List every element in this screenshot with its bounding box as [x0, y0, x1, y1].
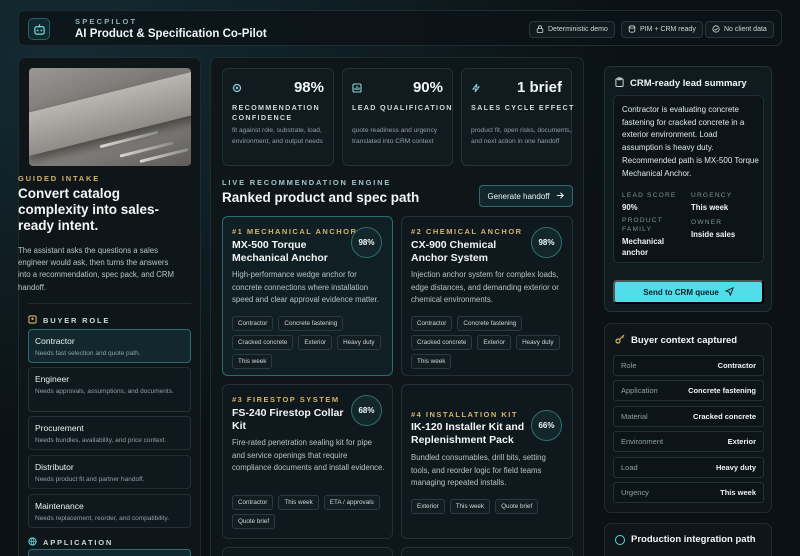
- crm-summary-text: Contractor is evaluating concrete fasten…: [622, 105, 759, 178]
- tag: Contractor: [411, 316, 453, 331]
- production-title: Production integration path: [631, 534, 756, 545]
- role-item-distributor[interactable]: Distributor Needs product fit and partne…: [28, 455, 191, 489]
- role-item-procurement[interactable]: Procurement Needs bundles, availability,…: [28, 416, 191, 450]
- score-badge: 66%: [531, 410, 562, 441]
- clipboard-icon: [615, 77, 624, 90]
- brand-kicker: SPECPILOT: [75, 17, 138, 26]
- buyer-role-label: BUYER ROLE: [28, 315, 110, 326]
- intake-title: Convert catalog complexity into sales-re…: [18, 186, 160, 233]
- tag: Contractor: [232, 316, 274, 331]
- circle-icon: [615, 534, 625, 545]
- tag: ETA / approvals: [323, 495, 380, 510]
- lightning-icon: [471, 83, 481, 93]
- score-badge: 98%: [351, 227, 382, 258]
- context-row-material: Material Cracked concrete: [613, 406, 764, 427]
- context-row-environment: Environment Exterior: [613, 431, 764, 452]
- tag: Exterior: [411, 499, 445, 514]
- context-row-urgency: Urgency This week: [613, 482, 764, 503]
- role-item-maintenance[interactable]: Maintenance Needs replacement, reorder, …: [28, 494, 191, 528]
- tag: This week: [411, 354, 452, 369]
- engine-title: Ranked product and spec path: [222, 190, 420, 205]
- globe-icon: [28, 537, 37, 548]
- tag-list: Contractor Concrete fastening Cracked co…: [411, 316, 571, 369]
- sparkle-icon: [232, 83, 242, 93]
- send-to-crm-button[interactable]: Send to CRM queue: [613, 280, 764, 304]
- tag: Concrete fastening: [457, 316, 523, 331]
- intake-body: The assistant asks the questions a sales…: [18, 246, 175, 292]
- tag: Heavy duty: [337, 335, 381, 350]
- role-item-contractor[interactable]: Contractor Needs fast selection and quot…: [28, 329, 191, 363]
- tag-list: Contractor Concrete fastening Cracked co…: [232, 316, 392, 369]
- tag: Cracked concrete: [411, 335, 473, 350]
- product-card-fs240[interactable]: #3 FIRESTOP SYSTEM FS-240 Firestop Colla…: [222, 384, 393, 539]
- users-icon: [28, 315, 37, 326]
- score-badge: 98%: [531, 227, 562, 258]
- tag: Quote brief: [495, 499, 539, 514]
- tag: Heavy duty: [516, 335, 560, 350]
- product-card-partial[interactable]: [401, 547, 573, 556]
- chart-icon: [352, 83, 362, 93]
- no-client-data-badge: No client data: [705, 21, 774, 38]
- robot-logo-icon: [28, 18, 50, 40]
- production-integration-panel: Production integration path: [604, 523, 772, 556]
- crm-summary-box: Contractor is evaluating concrete fasten…: [613, 95, 764, 263]
- application-label: APPLICATION: [28, 537, 113, 548]
- divider: [28, 303, 191, 304]
- concrete-anchor-photo: [29, 68, 191, 166]
- arrow-right-icon: [556, 191, 565, 202]
- tag: Contractor: [232, 495, 274, 510]
- pim-crm-badge: PIM + CRM ready: [621, 21, 703, 38]
- engine-kicker: LIVE RECOMMENDATION ENGINE: [222, 178, 392, 187]
- context-row-role: Role Contractor: [613, 355, 764, 376]
- tag: Exterior: [298, 335, 333, 350]
- tag: This week: [232, 354, 273, 369]
- application-first-item[interactable]: [28, 549, 191, 556]
- tag: This week: [449, 499, 491, 514]
- metric-card-sales-cycle: 1 brief SALES CYCLE EFFECT product fit, …: [461, 68, 573, 166]
- database-icon: [628, 24, 636, 35]
- key-icon: [615, 334, 625, 347]
- check-circle-icon: [712, 24, 720, 35]
- lock-icon: [536, 24, 544, 35]
- context-row-application: Application Concrete fastening: [613, 380, 764, 401]
- metric-card-confidence: 98% RECOMMENDATION CONFIDENCE fit agains…: [222, 68, 334, 166]
- context-row-load: Load Heavy duty: [613, 457, 764, 478]
- tag-list: Contractor This week ETA / approvals Quo…: [232, 495, 392, 529]
- send-icon: [724, 286, 734, 298]
- crm-summary-panel: CRM-ready lead summary Contractor is eva…: [604, 66, 772, 312]
- product-card-ik120[interactable]: #4 INSTALLATION KIT IK-120 Installer Kit…: [401, 384, 573, 539]
- tag: Cracked concrete: [232, 335, 294, 350]
- app-root: SPECPILOT AI Product & Specification Co-…: [0, 0, 800, 556]
- tag: Exterior: [477, 335, 512, 350]
- score-badge: 68%: [351, 395, 382, 426]
- generate-handoff-button[interactable]: Generate handoff: [479, 185, 573, 207]
- app-title: AI Product & Specification Co-Pilot: [75, 28, 267, 40]
- tag: Quote brief: [232, 514, 276, 529]
- product-card-cx900[interactable]: #2 CHEMICAL ANCHOR CX-900 Chemical Ancho…: [401, 216, 573, 376]
- tag-list: Exterior This week Quote brief: [411, 499, 571, 514]
- product-card-partial[interactable]: [222, 547, 393, 556]
- deterministic-demo-badge: Deterministic demo: [529, 21, 615, 38]
- tag: This week: [278, 495, 319, 510]
- role-item-engineer[interactable]: Engineer Needs approvals, assumptions, a…: [28, 367, 191, 412]
- context-title: Buyer context captured: [631, 335, 738, 346]
- crm-title: CRM-ready lead summary: [630, 78, 747, 89]
- top-header: SPECPILOT AI Product & Specification Co-…: [18, 10, 782, 46]
- buyer-context-panel: Buyer context captured Role Contractor Ap…: [604, 323, 772, 513]
- product-card-mx500[interactable]: #1 MECHANICAL ANCHOR MX-500 Torque Mecha…: [222, 216, 393, 376]
- intake-kicker: GUIDED INTAKE: [18, 174, 101, 183]
- tag: Concrete fastening: [278, 316, 344, 331]
- metric-card-lead: 90% LEAD QUALIFICATION quote readiness a…: [342, 68, 453, 166]
